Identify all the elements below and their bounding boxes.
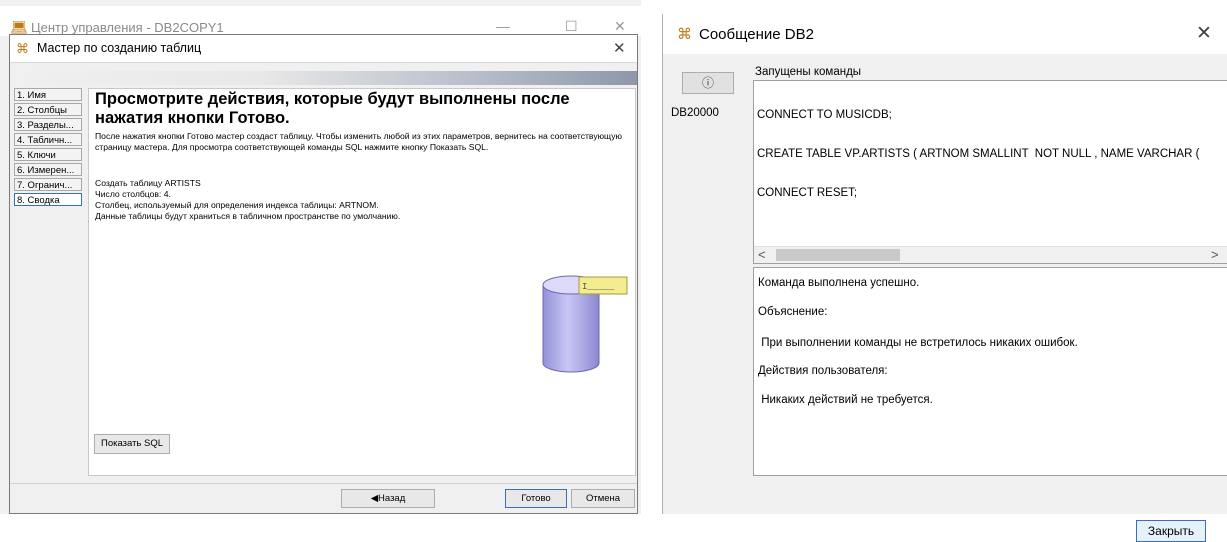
summary-line: Создать таблицу ARTISTS: [95, 178, 201, 188]
control-center-titlebar: 💻︎ Центр управления - DB2COPY1 — ☐ ✕: [0, 6, 641, 36]
wizard-titlebar: ⌘ Мастер по созданию таблиц ✕: [10, 35, 637, 63]
wizard-button-bar: ◀Назад Готово Отмена: [10, 483, 637, 514]
command-line: CONNECT TO MUSICDB;: [757, 109, 892, 121]
scroll-left-icon[interactable]: <: [758, 247, 766, 262]
maximize-icon[interactable]: ☐: [565, 18, 578, 35]
close-button[interactable]: Закрыть: [1136, 520, 1206, 542]
database-table-illustration: I_____: [542, 275, 628, 373]
scroll-right-icon[interactable]: >: [1211, 247, 1219, 262]
show-sql-button[interactable]: Показать SQL: [94, 434, 171, 454]
commands-text: CONNECT TO MUSICDB; CREATE TABLE VP.ARTI…: [757, 83, 1199, 226]
db2-app-icon: ⌘: [16, 41, 29, 56]
result-line: При выполнении команды не встретилось ни…: [758, 337, 1078, 349]
close-icon[interactable]: ✕: [614, 18, 626, 35]
summary-line: Число столбцов: 4.: [95, 189, 171, 199]
db2-message-window: ⌘ Сообщение DB2 ✕ ⓘ DB20000 Запущены ком…: [662, 14, 1227, 542]
control-center-title: Центр управления - DB2COPY1: [31, 20, 224, 35]
result-textarea[interactable]: Команда выполнена успешно. Объяснение: П…: [753, 267, 1227, 476]
wizard-step-constraints[interactable]: 7. Огранич...: [14, 178, 82, 191]
summary-line: Столбец, используемый для определения ин…: [95, 200, 379, 210]
command-line: CONNECT RESET;: [757, 187, 858, 199]
result-line: Действия пользователя:: [758, 365, 888, 377]
db2-app-icon: ⌘: [677, 26, 692, 43]
horizontal-scrollbar[interactable]: < >: [754, 246, 1227, 263]
minimize-icon[interactable]: —: [496, 18, 510, 34]
wizard-title: Мастер по созданию таблиц: [37, 41, 202, 55]
wizard-step-tablespaces[interactable]: 4. Табличн...: [14, 133, 82, 146]
wizard-heading: Просмотрите действия, которые будут выпо…: [95, 90, 570, 127]
result-line: Команда выполнена успешно.: [758, 277, 920, 289]
wizard-header-banner: [10, 71, 637, 85]
wizard-step-summary[interactable]: 8. Сводка: [14, 193, 82, 206]
create-table-wizard: ⌘ Мастер по созданию таблиц ✕ 1. Имя 2. …: [9, 34, 638, 514]
message-title: Сообщение DB2: [699, 26, 814, 43]
svg-text:I_____: I_____: [582, 282, 615, 292]
wizard-step-partitions[interactable]: 3. Разделы...: [14, 118, 82, 131]
close-icon[interactable]: ✕: [1196, 22, 1212, 45]
wizard-steps-list: 1. Имя 2. Столбцы 3. Разделы... 4. Табли…: [12, 88, 84, 474]
control-center-window: 💻︎ Центр управления - DB2COPY1 — ☐ ✕ ⌘ М…: [0, 0, 641, 514]
wizard-step-name[interactable]: 1. Имя: [14, 88, 82, 101]
wizard-description: После нажатия кнопки Готово мастер созда…: [95, 131, 622, 152]
wizard-content-panel: Просмотрите действия, которые будут выпо…: [88, 88, 636, 476]
scrollbar-thumb[interactable]: [776, 249, 900, 261]
wizard-step-keys[interactable]: 5. Ключи: [14, 148, 82, 161]
cancel-button[interactable]: Отмена: [571, 489, 635, 508]
info-icon[interactable]: ⓘ: [682, 72, 734, 94]
back-button[interactable]: ◀Назад: [341, 489, 435, 508]
wizard-summary: Создать таблицу ARTISTS Число столбцов: …: [95, 178, 629, 222]
summary-line: Данные таблицы будут храниться в табличн…: [95, 211, 401, 221]
wizard-step-dimensions[interactable]: 6. Измерен...: [14, 163, 82, 176]
result-line: Объяснение:: [758, 306, 828, 318]
finish-button[interactable]: Готово: [505, 489, 567, 508]
message-titlebar: ⌘ Сообщение DB2 ✕: [663, 14, 1227, 54]
commands-label: Запущены команды: [755, 66, 862, 78]
result-line: Никаких действий не требуется.: [758, 394, 933, 406]
command-line: CREATE TABLE VP.ARTISTS ( ARTNOM SMALLIN…: [757, 148, 1200, 160]
message-code: DB20000: [671, 107, 719, 119]
close-icon[interactable]: ✕: [613, 39, 626, 57]
wizard-step-columns[interactable]: 2. Столбцы: [14, 103, 82, 116]
commands-textarea[interactable]: CONNECT TO MUSICDB; CREATE TABLE VP.ARTI…: [753, 80, 1227, 264]
